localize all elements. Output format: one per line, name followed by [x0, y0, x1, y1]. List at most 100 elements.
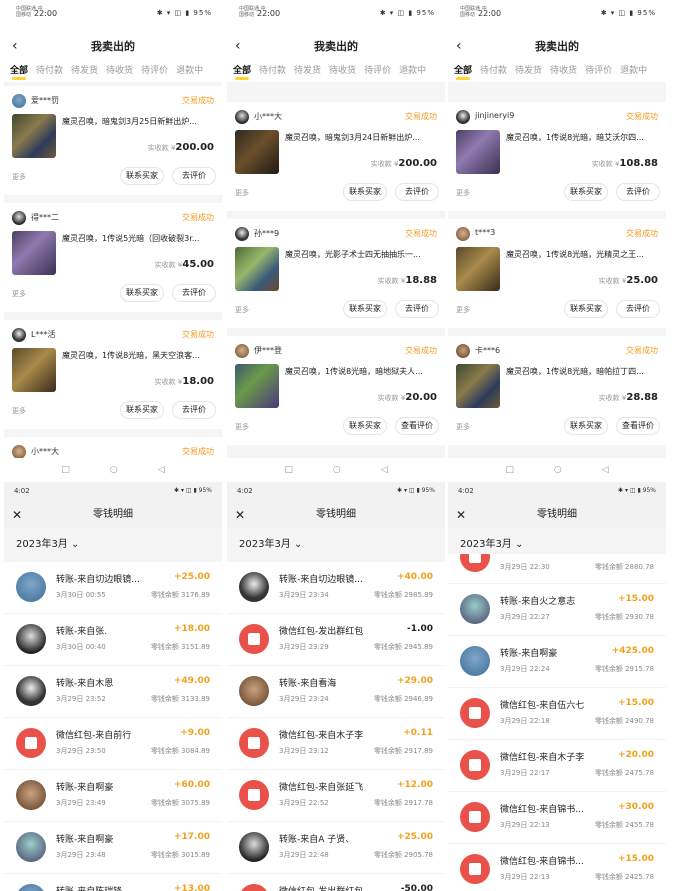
more-link[interactable]: 更多 — [12, 406, 26, 416]
tab-3[interactable]: 待收货 — [106, 60, 133, 82]
transaction-row[interactable]: 转账-来自切边眼镜... 3月30日 00:55 +25.00 零钱余额 3176.8… — [4, 562, 222, 614]
product-image[interactable] — [235, 130, 279, 174]
tab-5[interactable]: 退款中 — [399, 60, 426, 82]
transaction-row[interactable]: 转账-来自啊豪 3月29日 22:24 +425.00 零钱余额 2915.78 — [448, 636, 666, 688]
square-icon[interactable]: □ — [284, 458, 293, 482]
product-title[interactable]: 魔灵召唤，暗鬼剑3月25日新鲜出炉... — [62, 116, 212, 127]
transaction-row[interactable]: 微信红包-发出群红包 3月29日 23:29 -1.00 零钱余额 2945.89 — [227, 614, 445, 666]
circle-icon[interactable]: ○ — [110, 458, 118, 482]
transaction-row[interactable]: 微信红包-来自张延飞 3月29日 22:52 +12.00 零钱余额 2917.78 — [227, 770, 445, 822]
review-button[interactable]: 查看评价 — [616, 417, 660, 435]
month-selector[interactable]: 2023年3月 ⌄ — [4, 528, 222, 562]
review-button[interactable]: 去评价 — [172, 167, 216, 185]
transaction-row[interactable]: 微信红包-来自木子李 3月29日 23:12 +0.11 零钱余额 2917.89 — [227, 718, 445, 770]
more-link[interactable]: 更多 — [456, 188, 470, 198]
contact-buyer-button[interactable]: 联系买家 — [343, 300, 387, 318]
contact-buyer-button[interactable]: 联系买家 — [343, 417, 387, 435]
review-button[interactable]: 去评价 — [172, 401, 216, 419]
order-card[interactable]: 孙***9 交易成功 魔灵召唤，光影子术士四无抽抽乐一... 实收款 ¥18.88 更多… — [227, 219, 445, 328]
close-icon[interactable]: ✕ — [12, 502, 22, 528]
contact-buyer-button[interactable]: 联系买家 — [120, 284, 164, 302]
contact-buyer-button[interactable]: 联系买家 — [120, 167, 164, 185]
transaction-row[interactable]: 转账-来自张. 3月30日 00:40 +18.00 零钱余额 3151.89 — [4, 614, 222, 666]
review-button[interactable]: 去评价 — [395, 300, 439, 318]
order-card[interactable]: 小***大 交易成功 — [4, 437, 222, 458]
product-image[interactable] — [456, 364, 500, 408]
tab-1[interactable]: 待付款 — [480, 60, 507, 82]
more-link[interactable]: 更多 — [235, 422, 249, 432]
more-link[interactable]: 更多 — [12, 172, 26, 182]
tab-5[interactable]: 退款中 — [176, 60, 203, 82]
order-card[interactable]: t***3 交易成功 魔灵召唤，1传说8光暗，光精灵之王... 实收款 ¥25.00 更… — [448, 219, 666, 328]
triangle-back-icon[interactable]: ◁ — [602, 458, 609, 482]
tab-2[interactable]: 待发货 — [294, 60, 321, 82]
product-image[interactable] — [12, 348, 56, 392]
review-button[interactable]: 去评价 — [172, 284, 216, 302]
transaction-row[interactable]: 转账-来自陈瑞锋 +13.00 — [4, 874, 222, 891]
product-title[interactable]: 魔灵召唤，1传说8光暗，暗帕拉丁四... — [506, 366, 656, 377]
product-title[interactable]: 魔灵召唤，暗鬼剑3月24日新鲜出炉... — [285, 132, 435, 143]
tab-3[interactable]: 待收货 — [329, 60, 356, 82]
tab-4[interactable]: 待评价 — [364, 60, 391, 82]
triangle-back-icon[interactable]: ◁ — [381, 458, 388, 482]
tab-0[interactable]: 全部 — [454, 60, 472, 82]
review-button[interactable]: 去评价 — [395, 183, 439, 201]
review-button[interactable]: 去评价 — [616, 300, 660, 318]
product-title[interactable]: 魔灵召唤，1传说8光暗，黑天空浪客... — [62, 350, 212, 361]
tab-2[interactable]: 待发货 — [515, 60, 542, 82]
transaction-row[interactable]: 微信红包-发出群红包3月29日 22:30-50.00零钱余额 2880.78 — [227, 874, 445, 891]
product-image[interactable] — [456, 247, 500, 291]
chevron-left-icon[interactable]: ‹ — [12, 35, 18, 57]
transaction-row[interactable]: 转账-来自火之意志 3月29日 22:27 +15.00 零钱余额 2930.78 — [448, 584, 666, 636]
tab-1[interactable]: 待付款 — [259, 60, 286, 82]
order-card[interactable]: jinjineryi9 交易成功 魔灵召唤，1传说8光暗，暗艾沃尔四... 实收款 ¥… — [448, 102, 666, 211]
transaction-row[interactable]: 微信红包-来自锦书... 3月29日 22:13 +15.00 零钱余额 2425.7… — [448, 844, 666, 891]
square-icon[interactable]: □ — [505, 458, 514, 482]
transaction-row[interactable]: 微信红包-来自木子李 3月29日 22:17 +20.00 零钱余额 2475.78 — [448, 740, 666, 792]
transaction-row[interactable]: 转账-来自A 子贤、 3月29日 22:48 +25.00 零钱余额 2905.78 — [227, 822, 445, 874]
transaction-row[interactable]: 转账-来自啊豪 3月29日 23:48 +17.00 零钱余额 3015.89 — [4, 822, 222, 874]
chevron-left-icon[interactable]: ‹ — [456, 35, 462, 57]
contact-buyer-button[interactable]: 联系买家 — [564, 417, 608, 435]
order-card[interactable]: 小***大 交易成功 魔灵召唤，暗鬼剑3月24日新鲜出炉... 实收款 ¥200.00… — [227, 102, 445, 211]
transaction-row[interactable]: 转账-来自啊豪 3月29日 23:49 +60.00 零钱余额 3075.89 — [4, 770, 222, 822]
tab-3[interactable]: 待收货 — [550, 60, 577, 82]
tab-4[interactable]: 待评价 — [585, 60, 612, 82]
transaction-row[interactable]: 微信红包-来自前行 3月29日 23:50 +9.00 零钱余额 3084.89 — [4, 718, 222, 770]
product-image[interactable] — [456, 130, 500, 174]
transaction-row[interactable]: 3月29日 22:30 零钱余额 2880.78 — [448, 554, 666, 584]
product-image[interactable] — [12, 231, 56, 275]
order-card[interactable]: 伊***登 交易成功 魔灵召唤，1传说8光暗，暗地狱夫人... 实收款 ¥20.00 更… — [227, 336, 445, 445]
tab-0[interactable]: 全部 — [233, 60, 251, 82]
tab-1[interactable]: 待付款 — [36, 60, 63, 82]
review-button[interactable]: 查看评价 — [395, 417, 439, 435]
close-icon[interactable]: ✕ — [456, 502, 466, 528]
product-title[interactable]: 魔灵召唤，1传说5光暗（回收破裂3r... — [62, 233, 212, 244]
transaction-row[interactable]: 转账-来自木恩 3月29日 23:52 +49.00 零钱余额 3133.89 — [4, 666, 222, 718]
transaction-row[interactable]: 转账-来自切边眼镜... 3月29日 23:34 +40.00 零钱余额 2985.8… — [227, 562, 445, 614]
tab-4[interactable]: 待评价 — [141, 60, 168, 82]
triangle-back-icon[interactable]: ◁ — [158, 458, 165, 482]
product-title[interactable]: 魔灵召唤，1传说8光暗，暗地狱夫人... — [285, 366, 435, 377]
close-icon[interactable]: ✕ — [235, 502, 245, 528]
more-link[interactable]: 更多 — [235, 188, 249, 198]
square-icon[interactable]: □ — [61, 458, 70, 482]
product-title[interactable]: 魔灵召唤，光影子术士四无抽抽乐一... — [285, 249, 435, 260]
order-card[interactable]: 爱***罚 交易成功 魔灵召唤，暗鬼剑3月25日新鲜出炉... 实收款 ¥200.00… — [4, 86, 222, 195]
product-image[interactable] — [12, 114, 56, 158]
product-image[interactable] — [235, 247, 279, 291]
product-image[interactable] — [235, 364, 279, 408]
transaction-row[interactable]: 转账-来自看海 3月29日 23:24 +29.00 零钱余额 2946.89 — [227, 666, 445, 718]
contact-buyer-button[interactable]: 联系买家 — [564, 300, 608, 318]
transaction-row[interactable]: 微信红包-来自伍六七 3月29日 22:18 +15.00 零钱余额 2490.78 — [448, 688, 666, 740]
order-card[interactable]: 得***二 交易成功 魔灵召唤，1传说5光暗（回收破裂3r... 实收款 ¥45.00… — [4, 203, 222, 312]
order-card[interactable]: L***活 交易成功 魔灵召唤，1传说8光暗，黑天空浪客... 实收款 ¥18.00 更… — [4, 320, 222, 429]
product-title[interactable]: 魔灵召唤，1传说8光暗，光精灵之王... — [506, 249, 656, 260]
review-button[interactable]: 去评价 — [616, 183, 660, 201]
transaction-row[interactable]: 微信红包-来自锦书... 3月29日 22:13 +30.00 零钱余额 2455.7… — [448, 792, 666, 844]
more-link[interactable]: 更多 — [456, 305, 470, 315]
chevron-left-icon[interactable]: ‹ — [235, 35, 241, 57]
circle-icon[interactable]: ○ — [333, 458, 341, 482]
tab-5[interactable]: 退款中 — [620, 60, 647, 82]
order-card[interactable]: 卡***6 交易成功 魔灵召唤，1传说8光暗，暗帕拉丁四... 实收款 ¥28.88 更… — [448, 336, 666, 445]
